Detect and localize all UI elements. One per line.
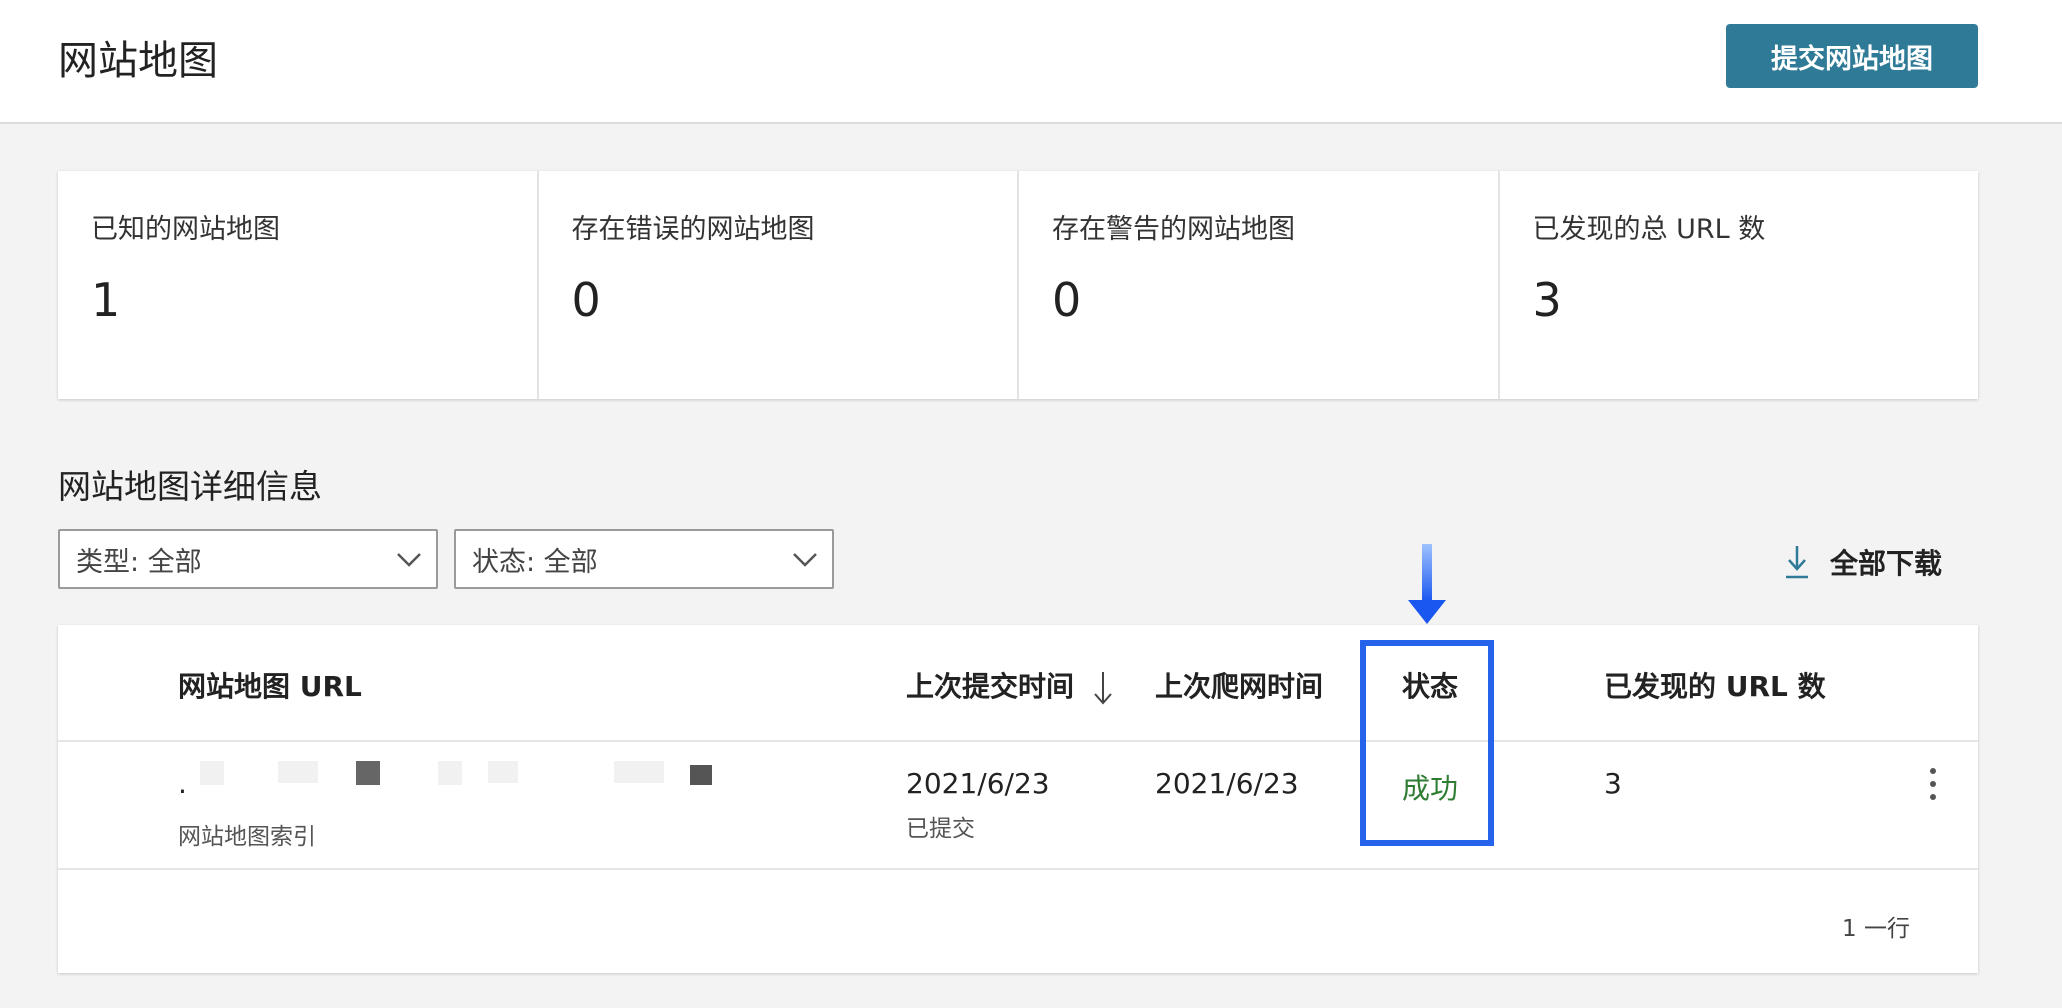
stat-value: 3 xyxy=(1532,273,1562,327)
status-filter-value: 状态: 全部 xyxy=(472,546,598,578)
redaction-block xyxy=(356,761,380,785)
download-all-button[interactable]: 全部下载 xyxy=(1784,540,1942,584)
stat-value: 0 xyxy=(1052,273,1082,327)
summary-cards: 已知的网站地图 1 存在错误的网站地图 0 存在警告的网站地图 0 已发现的总 … xyxy=(58,171,1978,399)
stat-label: 已知的网站地图 xyxy=(91,214,280,245)
stat-label: 存在警告的网站地图 xyxy=(1052,214,1295,245)
type-filter-select[interactable]: 类型: 全部 xyxy=(58,529,438,589)
top-bar: 网站地图 提交网站地图 xyxy=(0,0,2062,124)
chevron-down-icon xyxy=(397,553,421,567)
status-filter-select[interactable]: 状态: 全部 xyxy=(454,529,834,589)
last-crawled-date: 2021/6/23 xyxy=(1155,767,1299,800)
stat-warning-sitemaps: 存在警告的网站地图 0 xyxy=(1019,171,1500,399)
details-section-title: 网站地图详细信息 xyxy=(58,467,322,506)
download-icon xyxy=(1786,546,1808,579)
redaction-block xyxy=(690,765,712,785)
column-header-last-crawled[interactable]: 上次爬网时间 xyxy=(1155,665,1323,705)
page-title: 网站地图 xyxy=(58,38,218,84)
column-header-discovered-urls[interactable]: 已发现的 URL 数 xyxy=(1604,665,1826,705)
status-highlight-box xyxy=(1360,640,1494,846)
redaction-block xyxy=(614,761,664,783)
submitted-note: 已提交 xyxy=(906,816,975,842)
stat-value: 0 xyxy=(571,273,601,327)
stat-value: 1 xyxy=(91,273,121,327)
stat-total-urls: 已发现的总 URL 数 3 xyxy=(1500,171,1979,399)
redaction-block xyxy=(278,761,318,783)
stat-error-sitemaps: 存在错误的网站地图 0 xyxy=(539,171,1019,399)
redaction-block xyxy=(438,761,462,785)
column-header-last-submitted-label: 上次提交时间 xyxy=(906,670,1075,703)
row-count: 1 一行 xyxy=(1842,916,1910,942)
sitemap-url[interactable]: . xyxy=(178,767,187,800)
more-vert-icon[interactable] xyxy=(1928,766,1938,802)
stat-label: 存在错误的网站地图 xyxy=(571,214,815,245)
chevron-down-icon xyxy=(793,553,817,567)
type-filter-value: 类型: 全部 xyxy=(76,546,202,578)
column-header-last-submitted[interactable]: 上次提交时间 xyxy=(906,665,1114,706)
last-submitted-date: 2021/6/23 xyxy=(906,767,1050,800)
divider xyxy=(58,740,1978,742)
stat-known-sitemaps: 已知的网站地图 1 xyxy=(58,171,539,399)
stat-label: 已发现的总 URL 数 xyxy=(1532,214,1766,245)
redaction-block xyxy=(200,761,224,785)
divider xyxy=(58,868,1978,870)
download-all-label: 全部下载 xyxy=(1830,547,1943,580)
redaction-block xyxy=(488,761,518,783)
annotation-arrow-icon xyxy=(1408,544,1446,624)
column-header-url[interactable]: 网站地图 URL xyxy=(178,665,362,705)
discovered-urls-value: 3 xyxy=(1604,767,1622,800)
sitemap-type: 网站地图索引 xyxy=(178,824,316,850)
sort-arrow-down-icon xyxy=(1094,672,1112,705)
sitemap-table: 网站地图 URL 上次提交时间 上次爬网时间 状态 已发现的 URL 数 . 网… xyxy=(58,625,1978,973)
submit-sitemap-button[interactable]: 提交网站地图 xyxy=(1726,24,1978,88)
